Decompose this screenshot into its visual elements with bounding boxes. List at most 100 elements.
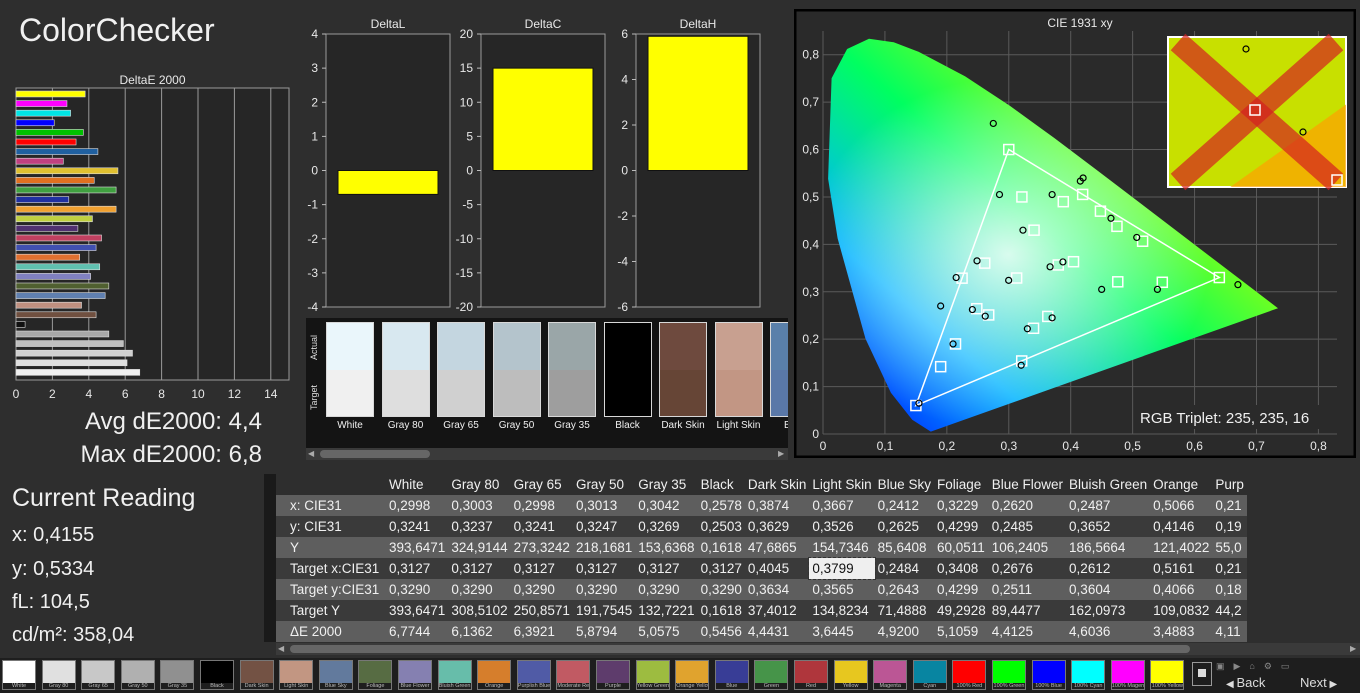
patch-button[interactable]: Light Skin — [279, 660, 314, 690]
table-cell[interactable]: 55,0 — [1212, 537, 1247, 558]
table-cell[interactable]: 0,3634 — [744, 579, 810, 600]
table-cell[interactable]: 0,3565 — [809, 579, 875, 600]
table-cell[interactable]: 49,2928 — [933, 600, 989, 621]
table-cell[interactable]: 0,3229 — [933, 495, 989, 516]
table-cell[interactable]: 0,4066 — [1150, 579, 1213, 600]
table-cell[interactable]: 0,21 — [1212, 495, 1247, 516]
table-cell[interactable]: 4,9200 — [874, 621, 934, 642]
table-cell[interactable]: 0,2643 — [874, 579, 934, 600]
table-cell[interactable]: 0,3290 — [510, 579, 573, 600]
table-cell[interactable]: 250,8571 — [510, 600, 573, 621]
table-cell[interactable]: 393,6471 — [386, 600, 449, 621]
table-cell[interactable]: 134,8234 — [809, 600, 875, 621]
table-cell[interactable]: 191,7545 — [572, 600, 636, 621]
table-cell[interactable]: 6,7744 — [386, 621, 449, 642]
table-cell[interactable]: 393,6471 — [386, 537, 449, 558]
patch-button[interactable]: 100% Cyan — [1071, 660, 1106, 690]
table-cell[interactable]: 37,4012 — [744, 600, 810, 621]
patch-button[interactable]: Gray 80 — [41, 660, 76, 690]
scroll-thumb[interactable] — [320, 450, 430, 458]
table-cell[interactable]: 0,2625 — [874, 516, 934, 537]
table-cell[interactable]: 0,1618 — [697, 600, 745, 621]
table-cell[interactable]: 0,2503 — [697, 516, 745, 537]
swatch-scrollbar[interactable]: ◀ ▶ — [306, 448, 788, 460]
table-cell[interactable]: 0,3127 — [448, 558, 511, 579]
table-cell[interactable]: 0,3241 — [510, 516, 573, 537]
table-cell[interactable]: 3,4883 — [1150, 621, 1213, 642]
table-cell[interactable]: 5,8794 — [572, 621, 636, 642]
table-cell[interactable]: 0,2998 — [510, 495, 573, 516]
table-cell[interactable]: 106,2405 — [988, 537, 1067, 558]
table-cell[interactable]: 4,11 — [1212, 621, 1247, 642]
table-cell[interactable]: 0,3127 — [386, 558, 449, 579]
table-cell[interactable]: 4,4431 — [744, 621, 810, 642]
table-cell[interactable]: 0,19 — [1212, 516, 1247, 537]
patch-button[interactable]: Purple — [596, 660, 630, 690]
table-cell[interactable]: 0,3127 — [697, 558, 745, 579]
stop-icon[interactable] — [1192, 662, 1212, 686]
table-cell[interactable]: 5,1059 — [933, 621, 989, 642]
patch-button[interactable]: 100% Red — [952, 660, 987, 690]
patch-button[interactable]: 100% Green — [992, 660, 1026, 690]
table-cell[interactable]: 6,3921 — [510, 621, 573, 642]
table-cell[interactable]: 0,2412 — [874, 495, 934, 516]
table-cell[interactable]: 71,4888 — [874, 600, 934, 621]
patch-button[interactable]: Blue Flower — [398, 660, 432, 690]
back-button[interactable]: ◀ Back — [1226, 675, 1265, 690]
table-cell[interactable]: 0,3629 — [744, 516, 810, 537]
scroll-right-icon[interactable]: ▶ — [1350, 645, 1358, 653]
table-cell[interactable]: 0,3290 — [572, 579, 636, 600]
table-cell[interactable]: 132,7221 — [635, 600, 698, 621]
table-cell[interactable]: 109,0832 — [1150, 600, 1213, 621]
table-cell[interactable]: 60,0511 — [933, 537, 989, 558]
table-cell[interactable]: 0,2485 — [988, 516, 1067, 537]
table-cell[interactable]: 44,2 — [1212, 600, 1247, 621]
patch-button[interactable]: White — [2, 660, 36, 690]
table-cell[interactable]: 0,3042 — [635, 495, 698, 516]
table-cell[interactable]: 4,4125 — [988, 621, 1067, 642]
patch-button[interactable]: Blue — [714, 660, 749, 690]
table-cell[interactable]: 0,3408 — [933, 558, 989, 579]
table-cell[interactable]: 5,0575 — [635, 621, 698, 642]
patch-button[interactable]: Bluish Green — [437, 660, 472, 690]
table-cell[interactable]: 0,3799 — [808, 557, 876, 580]
patch-button[interactable]: Gray 65 — [81, 660, 116, 690]
table-cell[interactable]: 0,2484 — [874, 558, 934, 579]
patch-button[interactable]: Foliage — [358, 660, 393, 690]
patch-button[interactable]: 100% Yellow — [1150, 660, 1185, 690]
table-cell[interactable]: 0,2620 — [988, 495, 1067, 516]
table-cell[interactable]: 6,1362 — [448, 621, 511, 642]
table-cell[interactable]: 0,2578 — [697, 495, 745, 516]
patch-button[interactable]: Magenta — [873, 660, 908, 690]
table-cell[interactable]: 0,18 — [1212, 579, 1247, 600]
table-cell[interactable]: 0,5066 — [1150, 495, 1213, 516]
scroll-left-icon[interactable]: ◀ — [278, 645, 286, 653]
table-cell[interactable]: 0,21 — [1212, 558, 1247, 579]
patch-button[interactable]: Gray 35 — [160, 660, 195, 690]
table-cell[interactable]: 0,4146 — [1150, 516, 1213, 537]
table-cell[interactable]: 0,3290 — [697, 579, 745, 600]
table-cell[interactable]: 0,3241 — [386, 516, 449, 537]
patch-button[interactable]: 100% Blue — [1031, 660, 1066, 690]
table-cell[interactable]: 0,4299 — [933, 579, 989, 600]
table-cell[interactable]: 0,3269 — [635, 516, 698, 537]
next-button[interactable]: Next ▶ — [1300, 675, 1337, 690]
table-cell[interactable]: 0,3003 — [448, 495, 511, 516]
table-cell[interactable]: 0,1618 — [697, 537, 745, 558]
table-cell[interactable]: 85,6408 — [874, 537, 934, 558]
patch-button[interactable]: Green — [754, 660, 789, 690]
patch-button[interactable]: Yellow — [833, 660, 868, 690]
table-cell[interactable]: 4,6036 — [1066, 621, 1151, 642]
patch-button[interactable]: Blue Sky — [318, 660, 353, 690]
table-cell[interactable]: 0,2511 — [988, 579, 1067, 600]
table-cell[interactable]: 0,3127 — [510, 558, 573, 579]
table-cell[interactable]: 0,3290 — [448, 579, 511, 600]
patch-button[interactable]: Purplish Blue — [516, 660, 551, 690]
table-cell[interactable]: 0,4045 — [744, 558, 810, 579]
table-cell[interactable]: 0,3604 — [1066, 579, 1151, 600]
table-cell[interactable]: 0,3652 — [1066, 516, 1151, 537]
table-cell[interactable]: 3,6445 — [809, 621, 875, 642]
table-cell[interactable]: 186,5664 — [1066, 537, 1151, 558]
table-cell[interactable]: 0,3667 — [809, 495, 875, 516]
table-cell[interactable]: 0,4299 — [933, 516, 989, 537]
